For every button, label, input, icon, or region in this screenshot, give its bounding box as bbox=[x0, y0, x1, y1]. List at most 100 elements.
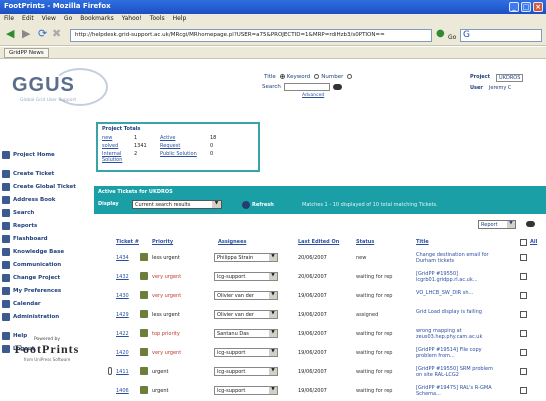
report-select[interactable]: Report ▼ bbox=[478, 220, 516, 229]
go-icon[interactable]: ● bbox=[436, 28, 445, 40]
assignee-select[interactable]: Santanu Das ▼ bbox=[214, 329, 278, 338]
menu-item-tools[interactable]: Tools bbox=[150, 15, 165, 23]
sidebar-item-label: Flashboard bbox=[13, 235, 48, 242]
priority-text: less urgent bbox=[152, 312, 180, 318]
ticket-number-link[interactable]: 1432 bbox=[116, 274, 129, 280]
assignee-select[interactable]: Olivier van der ▼ bbox=[214, 291, 278, 300]
totals-link[interactable]: solved bbox=[102, 143, 134, 149]
ticket-title-link[interactable]: Grid Load display is failing bbox=[416, 309, 496, 315]
row-checkbox[interactable] bbox=[520, 368, 527, 375]
row-checkbox[interactable] bbox=[520, 349, 527, 356]
ticket-number-link[interactable]: 1429 bbox=[116, 312, 129, 318]
search-mode-radio-title[interactable] bbox=[279, 74, 285, 79]
row-checkbox[interactable] bbox=[520, 254, 527, 261]
sidebar-item-address-book[interactable]: Address Book bbox=[2, 193, 94, 206]
assignee-select[interactable]: lcg-support ▼ bbox=[214, 367, 278, 376]
row-checkbox[interactable] bbox=[520, 387, 527, 394]
sidebar-item-flashboard[interactable]: Flashboard bbox=[2, 232, 94, 245]
ticket-number-link[interactable]: 1430 bbox=[116, 293, 129, 299]
browser-search-input[interactable]: G bbox=[460, 29, 542, 42]
col-title[interactable]: Title bbox=[416, 239, 429, 245]
sidebar-item-create-ticket[interactable]: Create Ticket bbox=[2, 167, 94, 180]
ticket-title-link[interactable]: [GridPP #19514] File copy problem from..… bbox=[416, 347, 496, 359]
sidebar-item-reports[interactable]: Reports bbox=[2, 219, 94, 232]
project-select[interactable]: UKDROS bbox=[496, 74, 524, 82]
sidebar-item-create-global-ticket[interactable]: Create Global Ticket bbox=[2, 180, 94, 193]
assignee-select[interactable]: lcg-support ▼ bbox=[214, 386, 278, 395]
sidebar-item-change-project[interactable]: Change Project bbox=[2, 271, 94, 284]
bookmark-gridpp-news[interactable]: GridPP News bbox=[4, 48, 49, 58]
ticket-title-link[interactable]: [GridPP #19550] lcgrb01.gridpp.rl.ac.uk.… bbox=[416, 271, 496, 283]
stop-icon[interactable]: ✖ bbox=[52, 28, 61, 40]
col-ticket-number[interactable]: Ticket # bbox=[116, 239, 139, 245]
logout-icon bbox=[2, 344, 10, 353]
ticket-number-link[interactable]: 1411 bbox=[116, 369, 129, 375]
sidebar-item-knowledge-base[interactable]: Knowledge Base bbox=[2, 245, 94, 258]
forward-arrow-icon[interactable]: ▶ bbox=[22, 28, 30, 40]
dashboard-icon bbox=[2, 234, 10, 243]
menu-bar: File Edit View Go Bookmarks Yahoo! Tools Help bbox=[0, 14, 546, 24]
close-button[interactable]: × bbox=[533, 2, 543, 12]
row-checkbox[interactable] bbox=[520, 330, 527, 337]
chevron-down-icon: ▼ bbox=[269, 368, 277, 375]
minimize-button[interactable]: _ bbox=[509, 2, 519, 12]
assignee-select[interactable]: lcg-support ▼ bbox=[214, 272, 278, 281]
col-last-edited[interactable]: Last Edited On bbox=[298, 239, 339, 245]
ticket-number-link[interactable]: 1420 bbox=[116, 350, 129, 356]
home-icon bbox=[2, 150, 10, 159]
ticket-number-link[interactable]: 1434 bbox=[116, 255, 129, 261]
maximize-button[interactable]: □ bbox=[521, 2, 531, 12]
ticket-title-link[interactable]: [GridPP #19550] SRM problem on site RAL-… bbox=[416, 366, 496, 378]
sidebar-item-administration[interactable]: Administration bbox=[2, 310, 94, 323]
ticket-title-link[interactable]: VO_LHCB_SW_DIR sh... bbox=[416, 290, 496, 296]
totals-link[interactable]: Request bbox=[160, 143, 210, 149]
search-go-icon[interactable] bbox=[332, 84, 342, 90]
ticket-title-link[interactable]: wrong mapping at zeus03.hep.phy.cam.ac.u… bbox=[416, 328, 496, 340]
menu-item-view[interactable]: View bbox=[42, 15, 56, 23]
sidebar-item-label: My Preferences bbox=[13, 287, 62, 294]
ticket-number-link[interactable]: 1406 bbox=[116, 388, 129, 394]
sidebar-item-project-home[interactable]: Project Home bbox=[2, 148, 94, 161]
sidebar-item-search[interactable]: Search bbox=[2, 206, 94, 219]
row-checkbox[interactable] bbox=[520, 273, 527, 280]
col-priority[interactable]: Priority bbox=[152, 239, 173, 245]
sidebar-item-my-preferences[interactable]: My Preferences bbox=[2, 284, 94, 297]
refresh-icon[interactable] bbox=[242, 201, 250, 209]
reload-icon[interactable]: ⟳ bbox=[38, 28, 47, 40]
select-all-checkbox[interactable] bbox=[520, 239, 527, 246]
menu-item-yahoo[interactable]: Yahoo! bbox=[122, 15, 142, 23]
menu-item-go[interactable]: Go bbox=[64, 15, 72, 23]
assignee-select[interactable]: Philippa Strain ▼ bbox=[214, 253, 278, 262]
totals-link[interactable]: new bbox=[102, 135, 134, 141]
url-field[interactable]: http://helpdesk.grid-support.ac.uk/MRcgi… bbox=[70, 29, 432, 42]
report-go-icon[interactable] bbox=[526, 221, 535, 227]
sidebar-item-communication[interactable]: Communication bbox=[2, 258, 94, 271]
row-checkbox[interactable] bbox=[520, 311, 527, 318]
menu-item-bookmarks[interactable]: Bookmarks bbox=[80, 15, 114, 23]
search-mode-radio-number[interactable] bbox=[347, 74, 353, 79]
col-assignees[interactable]: Assignees bbox=[218, 239, 246, 245]
search-mode-radio-keyword[interactable] bbox=[314, 74, 320, 79]
totals-link[interactable]: Internal Solution bbox=[102, 151, 134, 163]
back-arrow-icon[interactable]: ◀ bbox=[6, 28, 14, 40]
sidebar-item-label: Administration bbox=[13, 313, 60, 320]
ticket-number-link[interactable]: 1422 bbox=[116, 331, 129, 337]
col-status[interactable]: Status bbox=[356, 239, 374, 245]
assignee-select[interactable]: Olivier van der ▼ bbox=[214, 310, 278, 319]
row-checkbox[interactable] bbox=[520, 292, 527, 299]
menu-item-edit[interactable]: Edit bbox=[22, 15, 34, 23]
totals-link[interactable]: Active bbox=[160, 135, 210, 141]
ticket-title-link[interactable]: [GridPP #19475] RAL's R-GMA Schema... bbox=[416, 385, 496, 397]
display-select[interactable]: Current search results ▼ bbox=[132, 200, 222, 209]
table-row: 1411 urgent lcg-support ▼ 19/06/2007 waiting … bbox=[108, 363, 546, 382]
refresh-link[interactable]: Refresh bbox=[252, 202, 274, 208]
ticket-title-link[interactable]: Change destination email for Durham tick… bbox=[416, 252, 496, 264]
search-input[interactable] bbox=[283, 83, 330, 91]
menu-item-help[interactable]: Help bbox=[173, 15, 187, 23]
totals-link[interactable]: Public Solution bbox=[160, 151, 210, 163]
go-label[interactable]: Go bbox=[448, 32, 456, 44]
advanced-search-link[interactable]: Advanced bbox=[302, 93, 412, 98]
sidebar-item-calendar[interactable]: Calendar bbox=[2, 297, 94, 310]
menu-item-file[interactable]: File bbox=[4, 15, 14, 23]
assignee-select[interactable]: lcg-support ▼ bbox=[214, 348, 278, 357]
